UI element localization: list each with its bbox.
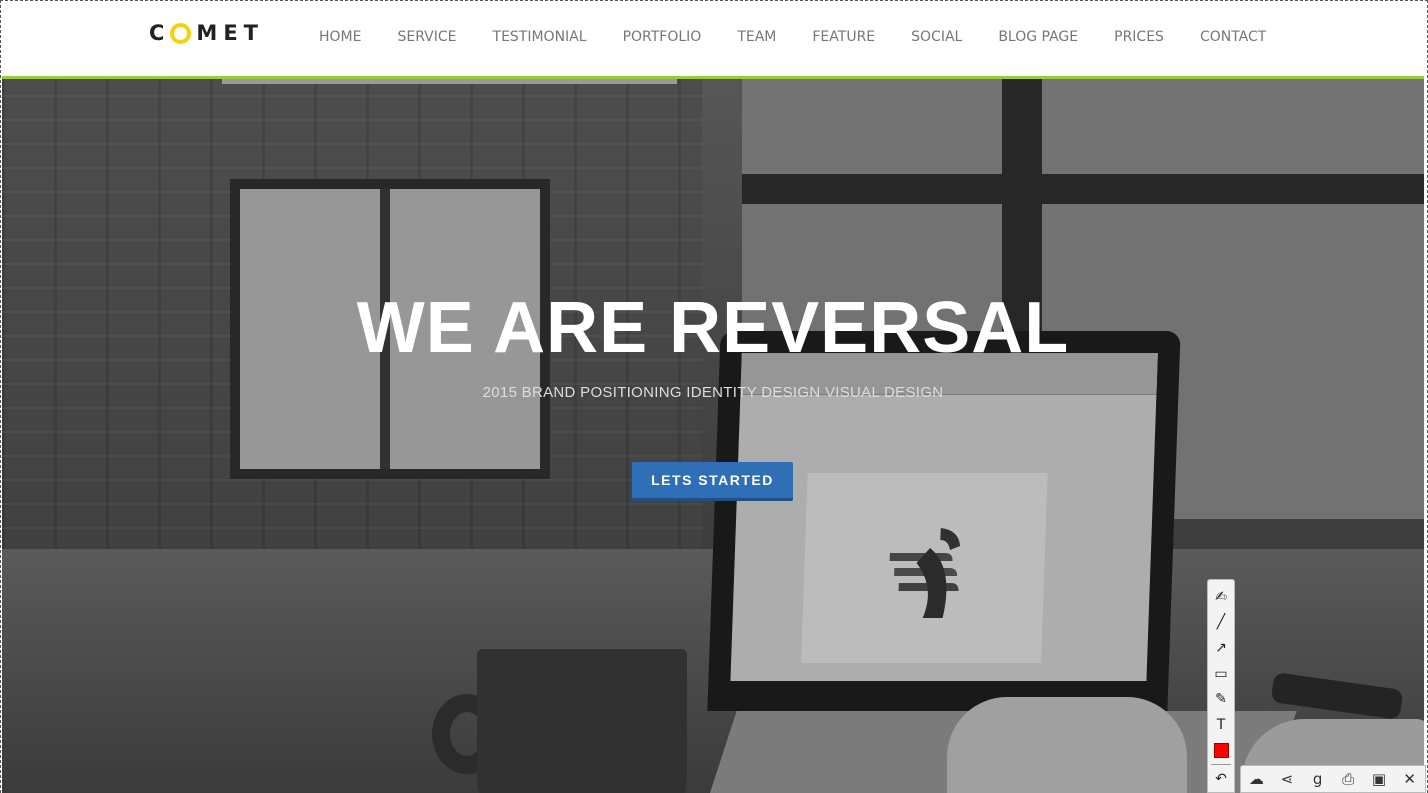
nav-item-prices[interactable]: PRICES	[1114, 29, 1164, 45]
logo-text-end: MET	[196, 21, 264, 45]
nav-item-blog-page[interactable]: BLOG PAGE	[998, 29, 1078, 45]
header-accent-line	[2, 76, 1424, 79]
text-icon[interactable]: T	[1210, 712, 1232, 738]
nav-item-social[interactable]: SOCIAL	[911, 29, 962, 45]
nav-item-home[interactable]: HOME	[319, 29, 361, 45]
hero-subtitle: 2015 BRAND POSITIONING IDENTITY DESIGN V…	[482, 384, 944, 401]
pen-icon[interactable]: ✍	[1210, 584, 1232, 610]
logo-ring-icon	[170, 22, 192, 44]
undo-icon[interactable]: ↶	[1210, 766, 1232, 792]
nav-item-service[interactable]: SERVICE	[397, 29, 456, 45]
save-icon[interactable]: ▣	[1367, 768, 1391, 790]
annotation-toolbar: ✍ ╱ ↗ ▭ ✎ T ↶	[1207, 579, 1235, 793]
color-swatch	[1213, 743, 1229, 759]
lets-started-button[interactable]: LETS STARTED	[632, 462, 793, 501]
site-header: C MET HOME SERVICE TESTIMONIAL PORTFOLIO…	[2, 0, 1424, 76]
main-nav: HOME SERVICE TESTIMONIAL PORTFOLIO TEAM …	[319, 26, 1302, 48]
site-logo[interactable]: C MET	[149, 20, 264, 46]
nav-item-contact[interactable]: CONTACT	[1200, 29, 1266, 45]
hero-title: WE ARE REVERSAL	[356, 288, 1070, 368]
line-icon[interactable]: ╱	[1210, 610, 1232, 636]
screenshot-action-bar: ☁ ⋖ g ⎙ ▣ ✕	[1240, 765, 1426, 793]
nav-item-feature[interactable]: FEATURE	[812, 29, 875, 45]
hero-slider-progress	[222, 79, 677, 84]
google-icon[interactable]: g	[1306, 768, 1330, 790]
nav-item-portfolio[interactable]: PORTFOLIO	[623, 29, 702, 45]
color-picker[interactable]	[1210, 738, 1232, 764]
arrow-icon[interactable]: ↗	[1210, 635, 1232, 661]
cloud-upload-icon[interactable]: ☁	[1244, 768, 1268, 790]
logo-text-start: C	[149, 21, 171, 45]
print-icon[interactable]: ⎙	[1336, 768, 1360, 790]
rectangle-icon[interactable]: ▭	[1210, 661, 1232, 687]
highlighter-icon[interactable]: ✎	[1210, 687, 1232, 713]
close-icon[interactable]: ✕	[1398, 768, 1422, 790]
toolbar-divider	[1211, 764, 1231, 766]
share-icon[interactable]: ⋖	[1275, 768, 1299, 790]
nav-item-testimonial[interactable]: TESTIMONIAL	[493, 29, 587, 45]
nav-item-team[interactable]: TEAM	[737, 29, 776, 45]
